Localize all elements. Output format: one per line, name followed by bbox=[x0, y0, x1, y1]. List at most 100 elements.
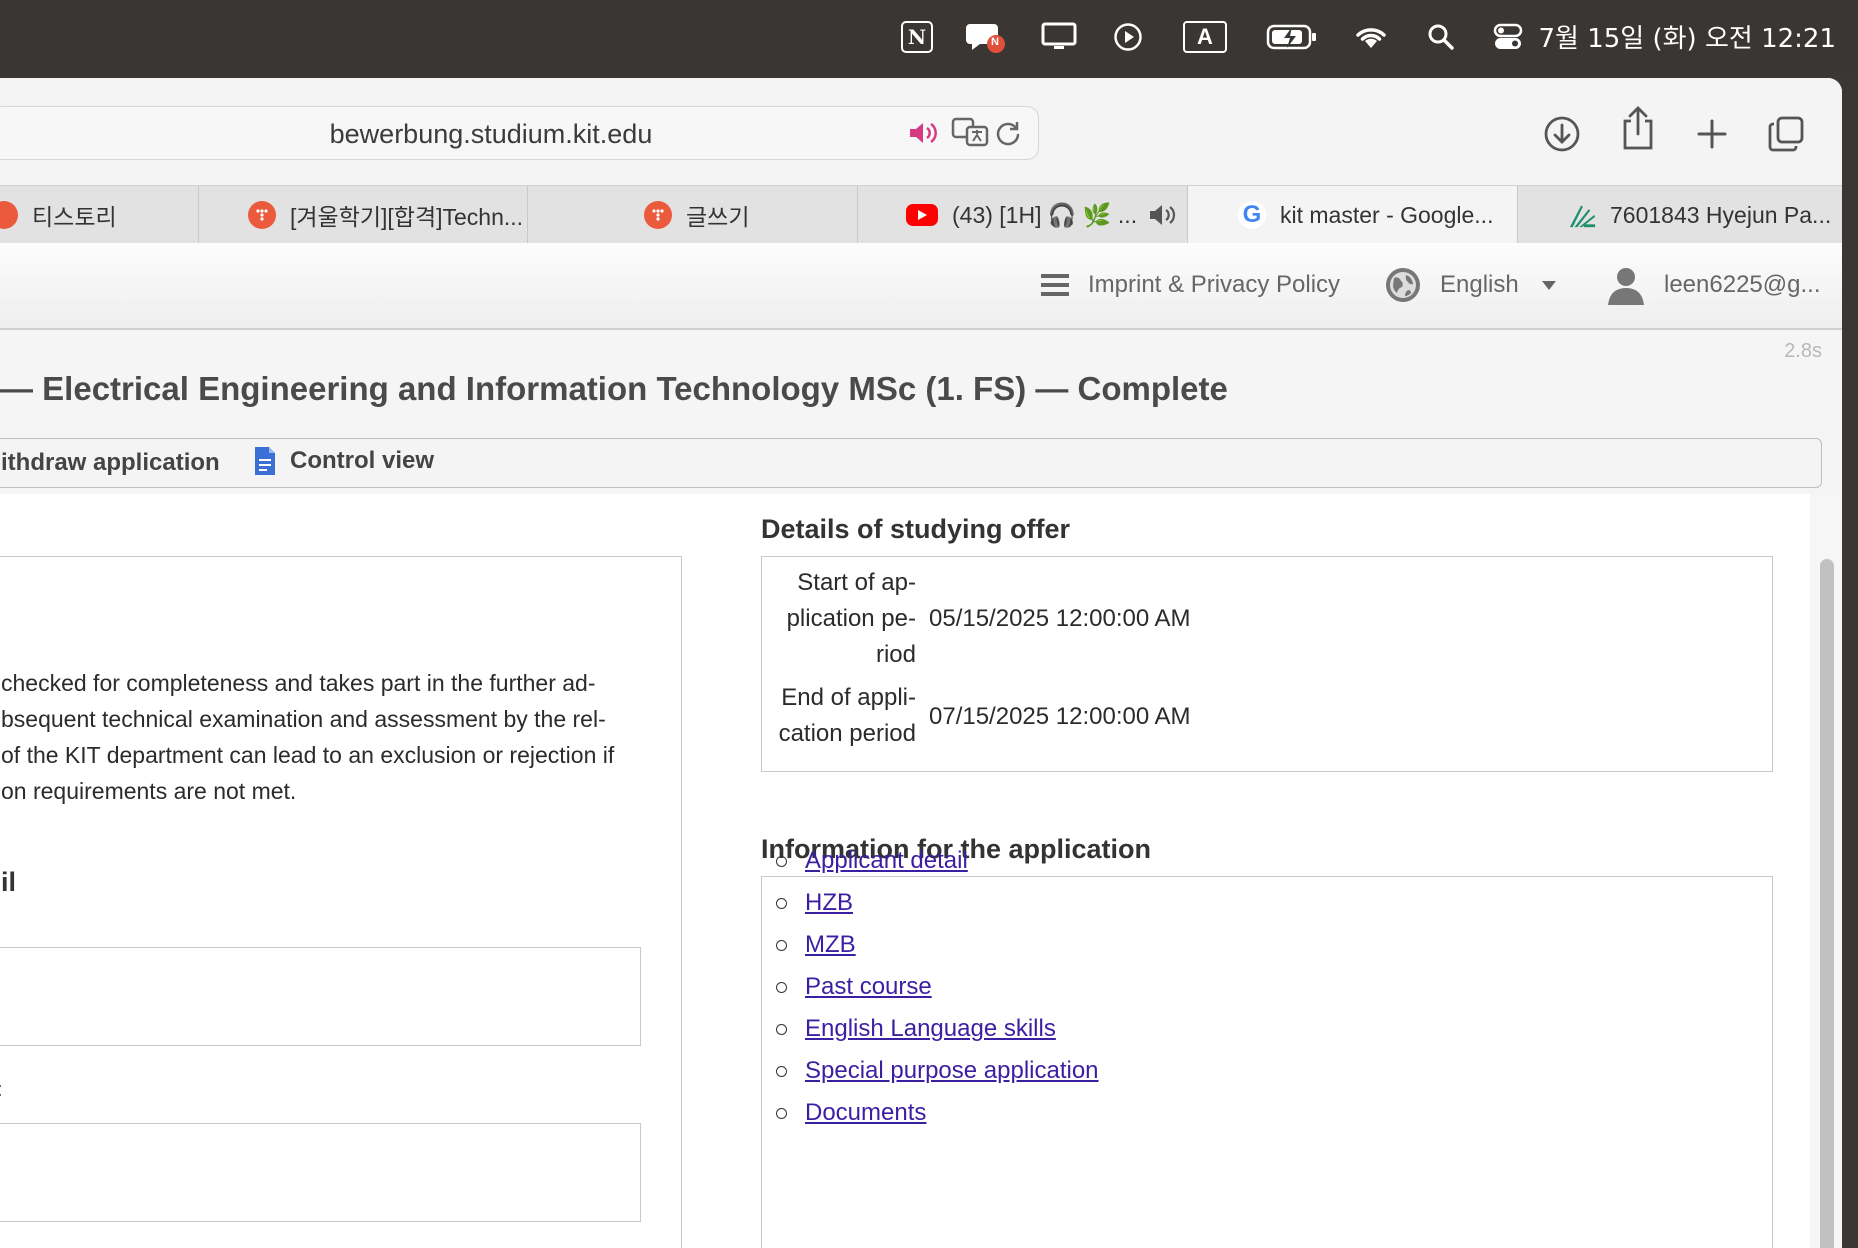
tab-bar: 티스토리 [겨울학기][합격]Techn... 글쓰기 (43) [1H] 🎧 … bbox=[0, 185, 1842, 245]
imprint-label: Imprint & Privacy Policy bbox=[1088, 271, 1341, 298]
menu-icon bbox=[1040, 271, 1070, 299]
bullet-icon bbox=[776, 939, 787, 951]
start-period-label: Start of ap- plication pe- riod bbox=[786, 569, 916, 668]
bullet-icon bbox=[776, 1065, 787, 1077]
hzb-link[interactable]: HZB bbox=[805, 889, 853, 917]
offer-details-box: Start of ap- plication pe- riod 05/15/20… bbox=[761, 556, 1773, 772]
document-icon bbox=[254, 446, 276, 476]
new-tab-icon[interactable] bbox=[1690, 112, 1734, 156]
notion-letter: N bbox=[901, 21, 933, 53]
mzb-link[interactable]: MZB bbox=[805, 931, 856, 959]
documents-link[interactable]: Documents bbox=[805, 1099, 926, 1127]
control-center-icon[interactable] bbox=[1490, 20, 1526, 54]
wifi-icon[interactable] bbox=[1353, 20, 1389, 54]
past-course-link[interactable]: Past course bbox=[805, 973, 932, 1001]
special-purpose-link[interactable]: Special purpose application bbox=[805, 1057, 1099, 1085]
kit-icon bbox=[1568, 201, 1596, 229]
user-icon bbox=[1606, 265, 1646, 305]
address-url[interactable]: bewerbung.studium.kit.edu bbox=[0, 119, 991, 150]
imprint-link[interactable]: Imprint & Privacy Policy bbox=[1040, 265, 1340, 305]
address-bar[interactable]: bewerbung.studium.kit.edu bbox=[0, 106, 1039, 160]
status-line: bsequent technical examination and asses… bbox=[1, 706, 606, 732]
render-timing: 2.8s bbox=[1784, 340, 1822, 362]
control-view-label: Control view bbox=[290, 447, 435, 474]
end-period-label: End of appli- cation period bbox=[778, 684, 916, 747]
page-content: 2.8s — Electrical Engineering and Inform… bbox=[0, 330, 1842, 1248]
site-header: Imprint & Privacy Policy English leen622… bbox=[0, 243, 1842, 330]
withdraw-application-button[interactable]: ithdraw application bbox=[1, 449, 220, 477]
reload-icon[interactable] bbox=[994, 119, 1022, 152]
play-circle-icon[interactable] bbox=[1112, 20, 1144, 54]
list-item: Special purpose application bbox=[776, 1050, 1099, 1092]
status-paragraph: checked for completeness and takes part … bbox=[1, 665, 641, 809]
status-line: checked for completeness and takes part … bbox=[1, 670, 596, 696]
battery-charging-icon[interactable] bbox=[1266, 20, 1318, 54]
tab-overview-icon[interactable] bbox=[1764, 112, 1808, 156]
status-line: on requirements are not met. bbox=[1, 778, 297, 804]
input-source-icon[interactable]: A bbox=[1183, 20, 1227, 54]
application-info-links: Applicant detail HZB MZB Past course Eng… bbox=[776, 840, 1099, 1134]
browser-toolbar: bewerbung.studium.kit.edu bbox=[0, 78, 1842, 185]
tab-google-search[interactable]: G kit master - Google... bbox=[1188, 186, 1518, 244]
menu-bar-clock[interactable]: 7월 15일 (화) 오전 12:21 bbox=[1539, 18, 1837, 55]
action-bar: ithdraw application Control view bbox=[0, 438, 1822, 488]
bullet-icon bbox=[776, 1107, 787, 1119]
list-item: Past course bbox=[776, 966, 1099, 1008]
status-line: of the KIT department can lead to an exc… bbox=[1, 742, 615, 768]
chat-notification-icon[interactable]: N bbox=[966, 20, 1010, 54]
start-period-value: 05/15/2025 12:00:00 AM bbox=[929, 605, 1191, 632]
tab-title: 7601843 Hyejun Pa... bbox=[1610, 201, 1832, 228]
tab-tistory[interactable]: 티스토리 bbox=[0, 186, 199, 244]
end-period-value: 07/15/2025 12:00:00 AM bbox=[929, 703, 1191, 730]
bullet-icon bbox=[776, 897, 787, 909]
applicant-detail-link[interactable]: Applicant detail bbox=[805, 847, 968, 875]
tab-title: 티스토리 bbox=[32, 204, 117, 230]
menu-bar: N N A 7월 15일 (화) 오전 12:21 bbox=[0, 0, 1858, 74]
detail-field-box bbox=[0, 1123, 641, 1222]
tab-youtube[interactable]: (43) [1H] 🎧 🌿 ... bbox=[858, 186, 1188, 244]
share-icon[interactable] bbox=[1616, 106, 1660, 150]
tab-title: 글쓰기 bbox=[686, 204, 750, 230]
search-icon[interactable] bbox=[1426, 20, 1456, 54]
display-icon[interactable] bbox=[1041, 20, 1077, 54]
google-letter: G bbox=[1242, 201, 1262, 228]
downloads-icon[interactable] bbox=[1540, 112, 1584, 156]
translate-icon[interactable] bbox=[951, 117, 991, 154]
tab-title: (43) [1H] 🎧 🌿 ... bbox=[952, 201, 1138, 228]
youtube-icon bbox=[906, 204, 938, 226]
tistory-icon bbox=[0, 201, 18, 229]
page-title: — Electrical Engineering and Information… bbox=[0, 370, 1228, 407]
list-item: Applicant detail bbox=[776, 840, 1099, 882]
input-source-label: A bbox=[1183, 21, 1227, 53]
list-item: English Language skills bbox=[776, 1008, 1099, 1050]
scrollbar-thumb[interactable] bbox=[1820, 559, 1834, 1248]
tab-title: kit master - Google... bbox=[1280, 201, 1494, 228]
browser-window: bewerbung.studium.kit.edu 티스토리 [겨울학기][합격… bbox=[0, 78, 1842, 1248]
tab-write[interactable]: 글쓰기 bbox=[528, 186, 858, 244]
globe-icon bbox=[1384, 266, 1422, 304]
language-selector[interactable]: English bbox=[1384, 265, 1557, 305]
notification-badge: N bbox=[991, 36, 999, 48]
list-item: MZB bbox=[776, 924, 1099, 966]
status-box: checked for completeness and takes part … bbox=[0, 556, 682, 1248]
english-skills-link[interactable]: English Language skills bbox=[805, 1015, 1056, 1043]
tab-audio-icon[interactable] bbox=[1147, 202, 1177, 228]
language-label: English bbox=[1440, 271, 1519, 298]
google-icon: G bbox=[1238, 201, 1266, 229]
user-email: leen6225@g... bbox=[1664, 271, 1821, 298]
field-label-partial: : bbox=[0, 1079, 3, 1102]
notion-icon[interactable]: N bbox=[900, 20, 934, 54]
tab-kit[interactable]: 7601843 Hyejun Pa... bbox=[1518, 186, 1842, 244]
detail-field-box bbox=[0, 947, 641, 1046]
tab-technology[interactable]: [겨울학기][합격]Techn... bbox=[198, 186, 528, 244]
tistory-icon bbox=[248, 201, 276, 229]
control-view-button[interactable]: Control view bbox=[254, 446, 434, 476]
tab-title: [겨울학기][합격]Techn... bbox=[290, 204, 524, 230]
bullet-icon bbox=[776, 1023, 787, 1035]
speaker-audio-icon[interactable] bbox=[907, 119, 939, 152]
list-item: Documents bbox=[776, 1092, 1099, 1134]
offer-heading: Details of studying offer bbox=[761, 514, 1071, 544]
scrollbar[interactable] bbox=[1810, 494, 1842, 1248]
list-item: HZB bbox=[776, 882, 1099, 924]
user-menu[interactable]: leen6225@g... bbox=[1606, 265, 1820, 305]
